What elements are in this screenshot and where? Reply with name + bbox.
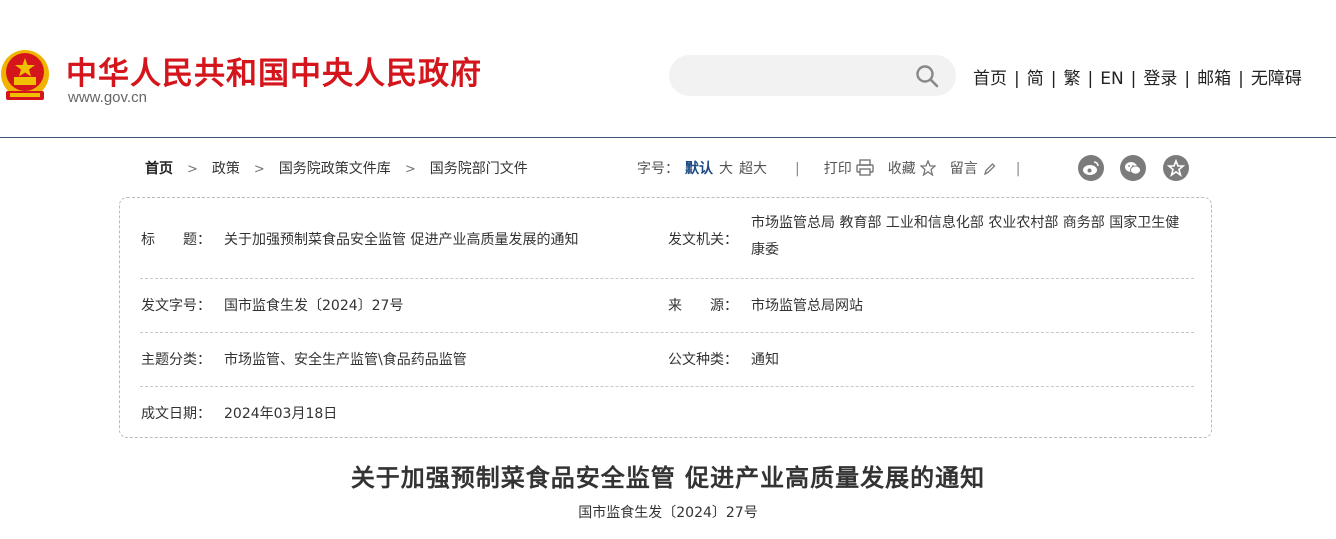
font-size-xlarge[interactable]: 超大 <box>739 161 767 177</box>
favorite-share-button[interactable] <box>1163 155 1189 181</box>
document-title: 关于加强预制菜食品安全监管 促进产业高质量发展的通知 <box>350 463 986 492</box>
topic-label: 主题分类： <box>141 352 211 368</box>
chevron-right-icon: > <box>253 162 265 177</box>
chevron-right-icon: > <box>187 162 198 177</box>
print-button[interactable]: 打印 <box>823 159 874 177</box>
print-label: 打印 <box>823 161 852 177</box>
top-nav: 首页 | 简 | 繁 | EN | 登录 | 邮箱 | 无障碍 <box>973 64 1302 89</box>
doc-number-label: 发文字号： <box>141 298 211 314</box>
printer-icon <box>856 159 874 176</box>
weibo-share-button[interactable] <box>1078 155 1104 181</box>
nav-english[interactable]: EN <box>1100 69 1123 89</box>
wechat-share-button[interactable] <box>1120 155 1146 181</box>
site-domain[interactable]: www.gov.cn <box>68 89 147 106</box>
wechat-icon <box>1125 162 1141 175</box>
document-number: 国市监食生发〔2024〕27号 <box>578 505 758 521</box>
nav-separator: | <box>1238 69 1244 89</box>
row-divider <box>140 332 1194 333</box>
article-toolbar: 字号： 默认大超大 | 打印 收藏 留言 | <box>637 158 1020 178</box>
site-header: 中华人民共和国中央人民政府 www.gov.cn 首页 | 简 | 繁 | EN | 登录 | 邮箱… <box>0 0 1336 138</box>
pencil-icon <box>983 163 996 176</box>
doc-type-value: 通知 <box>751 352 779 368</box>
toolbar-separator: | <box>795 161 800 177</box>
topic-value: 市场监管、安全生产监管\食品药品监管 <box>224 352 467 368</box>
issuer-value: 市场监管总局 教育部 工业和信息化部 农业农村部 商务部 国家卫生健康委 <box>751 215 1180 258</box>
comment-label: 留言 <box>949 161 978 177</box>
date-value: 2024年03月18日 <box>224 406 338 422</box>
chevron-right-icon: > <box>404 162 416 177</box>
title-label: 标 题： <box>141 232 211 248</box>
nav-separator: | <box>1087 69 1094 89</box>
search-box <box>669 55 956 96</box>
nav-accessibility[interactable]: 无障碍 <box>1251 69 1302 89</box>
toolbar-separator: | <box>1015 161 1021 177</box>
national-emblem-icon[interactable] <box>0 47 50 107</box>
weibo-icon <box>1083 161 1099 175</box>
breadcrumb-policy-library[interactable]: 国务院政策文件库 <box>279 161 391 177</box>
nav-traditional[interactable]: 繁 <box>1063 69 1080 89</box>
source-value: 市场监管总局网站 <box>751 298 863 314</box>
font-size-label: 字号： <box>637 161 679 177</box>
doc-number-value: 国市监食生发〔2024〕27号 <box>224 298 404 314</box>
font-size-default[interactable]: 默认 <box>685 161 713 177</box>
favorite-label: 收藏 <box>887 161 916 177</box>
nav-separator: | <box>1014 69 1020 89</box>
nav-login[interactable]: 登录 <box>1143 69 1177 89</box>
comment-button[interactable]: 留言 <box>950 161 996 177</box>
nav-mailbox[interactable]: 邮箱 <box>1197 69 1231 89</box>
search-input[interactable] <box>685 63 909 89</box>
breadcrumb-home[interactable]: 首页 <box>145 161 173 177</box>
row-divider <box>140 386 1194 387</box>
breadcrumb-policy[interactable]: 政策 <box>212 161 240 177</box>
source-label: 来 源： <box>668 298 738 314</box>
doc-type-label: 公文种类： <box>668 352 738 368</box>
favorite-button[interactable]: 收藏 <box>887 159 937 177</box>
row-divider <box>140 278 1194 279</box>
issuer-label: 发文机关： <box>668 232 738 248</box>
nav-simplified[interactable]: 简 <box>1027 69 1044 89</box>
nav-separator: | <box>1050 69 1057 89</box>
document-info-table: 标 题： 关于加强预制菜食品安全监管 促进产业高质量发展的通知 发文机关： 市场… <box>119 197 1212 438</box>
nav-home[interactable]: 首页 <box>973 69 1007 89</box>
nav-separator: | <box>1130 69 1137 89</box>
breadcrumb-department-docs[interactable]: 国务院部门文件 <box>430 161 528 177</box>
title-value: 关于加强预制菜食品安全监管 促进产业高质量发展的通知 <box>224 232 579 248</box>
star-icon <box>1167 159 1185 177</box>
star-outline-icon <box>918 159 937 177</box>
font-size-large[interactable]: 大 <box>719 161 733 177</box>
date-label: 成文日期： <box>141 406 211 422</box>
breadcrumb: 首页 > 政策 > 国务院政策文件库 > 国务院部门文件 <box>145 158 528 178</box>
site-title[interactable]: 中华人民共和国中央人民政府 <box>66 48 482 93</box>
nav-separator: | <box>1184 69 1191 89</box>
search-icon[interactable] <box>915 64 939 88</box>
